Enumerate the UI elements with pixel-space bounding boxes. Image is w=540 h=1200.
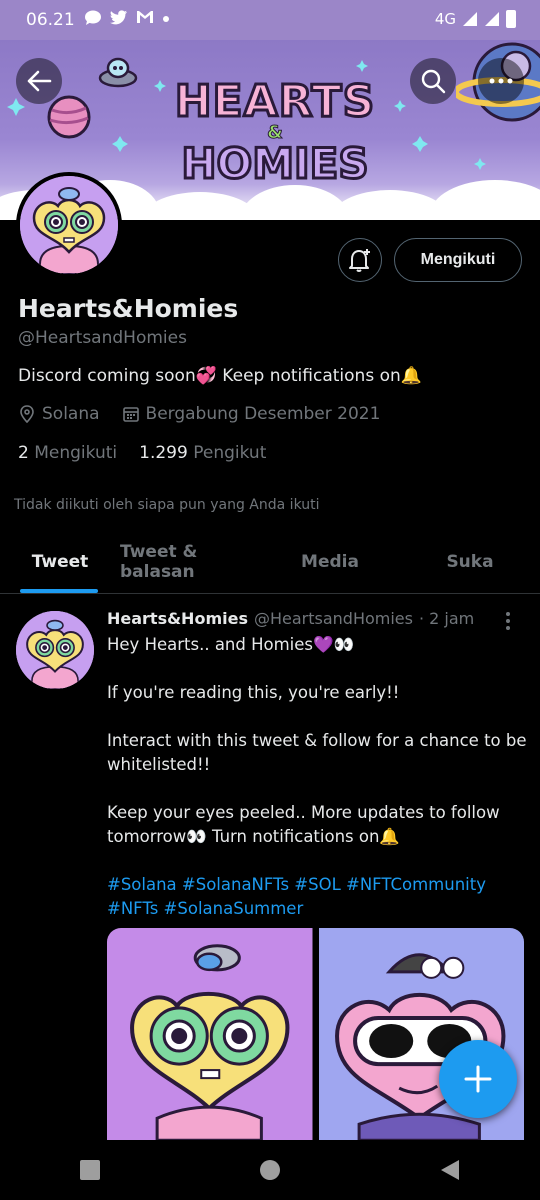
more-options-button[interactable] <box>478 58 524 104</box>
tweet-timestamp: · 2 jam <box>418 609 475 628</box>
home-icon[interactable] <box>259 1159 281 1181</box>
tweet-line: Hey Hearts.. and Homies💜👀 <box>107 635 355 654</box>
notifications-toggle-button[interactable] <box>338 238 382 282</box>
nft-character-illustration <box>107 928 313 1140</box>
active-tab-indicator <box>20 589 98 593</box>
profile-stats: 2 Mengikuti 1.299 Pengikut <box>18 443 266 463</box>
following-label: Mengikuti <box>34 443 118 463</box>
tab-label: Tweet & balasan <box>120 541 198 582</box>
profile-handle: @HeartsandHomies <box>18 328 187 348</box>
battery-icon <box>506 10 516 28</box>
tweet-hashtags[interactable]: #Solana #SolanaNFTs #SOL #NFTCommunity #… <box>107 873 527 921</box>
tweet-author-name[interactable]: Hearts&Homies <box>107 609 248 628</box>
back-nav-icon[interactable] <box>439 1159 461 1181</box>
tab-media[interactable]: Media <box>260 530 400 593</box>
back-button[interactable] <box>16 58 62 104</box>
chat-icon <box>84 10 102 30</box>
tweet-author-handle: @HeartsandHomies <box>253 609 413 628</box>
status-bar: 06.21 4G <box>0 0 540 40</box>
avatar-character-illustration <box>20 176 118 274</box>
more-icon <box>489 78 513 84</box>
tweet-line: Interact with this tweet & follow for a … <box>107 731 527 774</box>
profile-bio: Discord coming soon💞 Keep notifications … <box>18 366 422 386</box>
notification-icons <box>84 10 170 30</box>
signal-icon <box>463 12 477 26</box>
profile-avatar[interactable] <box>16 172 122 278</box>
tweet-line: If you're reading this, you're early!! <box>107 683 400 702</box>
signal-icon-2 <box>485 12 499 26</box>
more-vertical-icon <box>506 612 510 630</box>
tab-label: Suka <box>446 551 494 572</box>
tab-tweets[interactable]: Tweet <box>0 530 120 593</box>
tab-label: Tweet <box>31 551 89 572</box>
followers-count: 1.299 <box>139 443 188 463</box>
following-link[interactable]: 2 Mengikuti <box>18 443 117 463</box>
gmail-icon <box>136 10 154 30</box>
profile-display-name: Hearts&Homies <box>18 294 239 323</box>
arrow-left-icon <box>27 70 52 92</box>
search-button[interactable] <box>410 58 456 104</box>
following-count: 2 <box>18 443 29 463</box>
compose-tweet-button[interactable] <box>439 1040 517 1118</box>
profile-meta: Solana Bergabung Desember 2021 <box>18 404 380 424</box>
search-icon <box>421 69 446 94</box>
followers-link[interactable]: 1.299 Pengikut <box>139 443 266 463</box>
tweet-more-button[interactable] <box>498 609 518 633</box>
location-pin-icon <box>20 405 34 423</box>
system-icons: 4G <box>435 10 516 28</box>
followers-label: Pengikut <box>193 443 267 463</box>
twitter-bird-icon <box>110 10 128 30</box>
tab-likes[interactable]: Suka <box>400 530 540 593</box>
recent-apps-icon[interactable] <box>79 1159 101 1181</box>
tweet-line: Keep your eyes peeled.. More updates to … <box>107 803 500 846</box>
avatar-character-illustration <box>16 611 94 689</box>
bell-plus-icon <box>349 249 370 272</box>
profile-tabs: Tweet Tweet & balasan Media Suka <box>0 530 540 594</box>
profile-location: Solana <box>42 404 100 424</box>
dot-icon <box>162 10 170 30</box>
status-time: 06.21 <box>26 10 75 30</box>
profile-joined-date: Bergabung Desember 2021 <box>145 404 381 424</box>
calendar-icon <box>122 407 139 422</box>
android-navigation-bar <box>0 1140 540 1200</box>
followers-you-know-text: Tidak diikuti oleh siapa pun yang Anda i… <box>14 497 320 513</box>
tab-tweets-and-replies[interactable]: Tweet & balasan <box>120 530 260 593</box>
network-type: 4G <box>434 10 456 28</box>
following-button[interactable]: Mengikuti <box>394 238 522 282</box>
tweet-author-avatar[interactable] <box>16 611 94 689</box>
plus-icon <box>464 1065 492 1093</box>
tweet-text: Hey Hearts.. and Homies💜👀 If you're read… <box>107 633 527 945</box>
tweet-header: Hearts&Homies @HeartsandHomies · 2 jam <box>107 609 474 628</box>
tweet-image-1[interactable] <box>107 928 313 1140</box>
tab-label: Media <box>301 551 359 572</box>
